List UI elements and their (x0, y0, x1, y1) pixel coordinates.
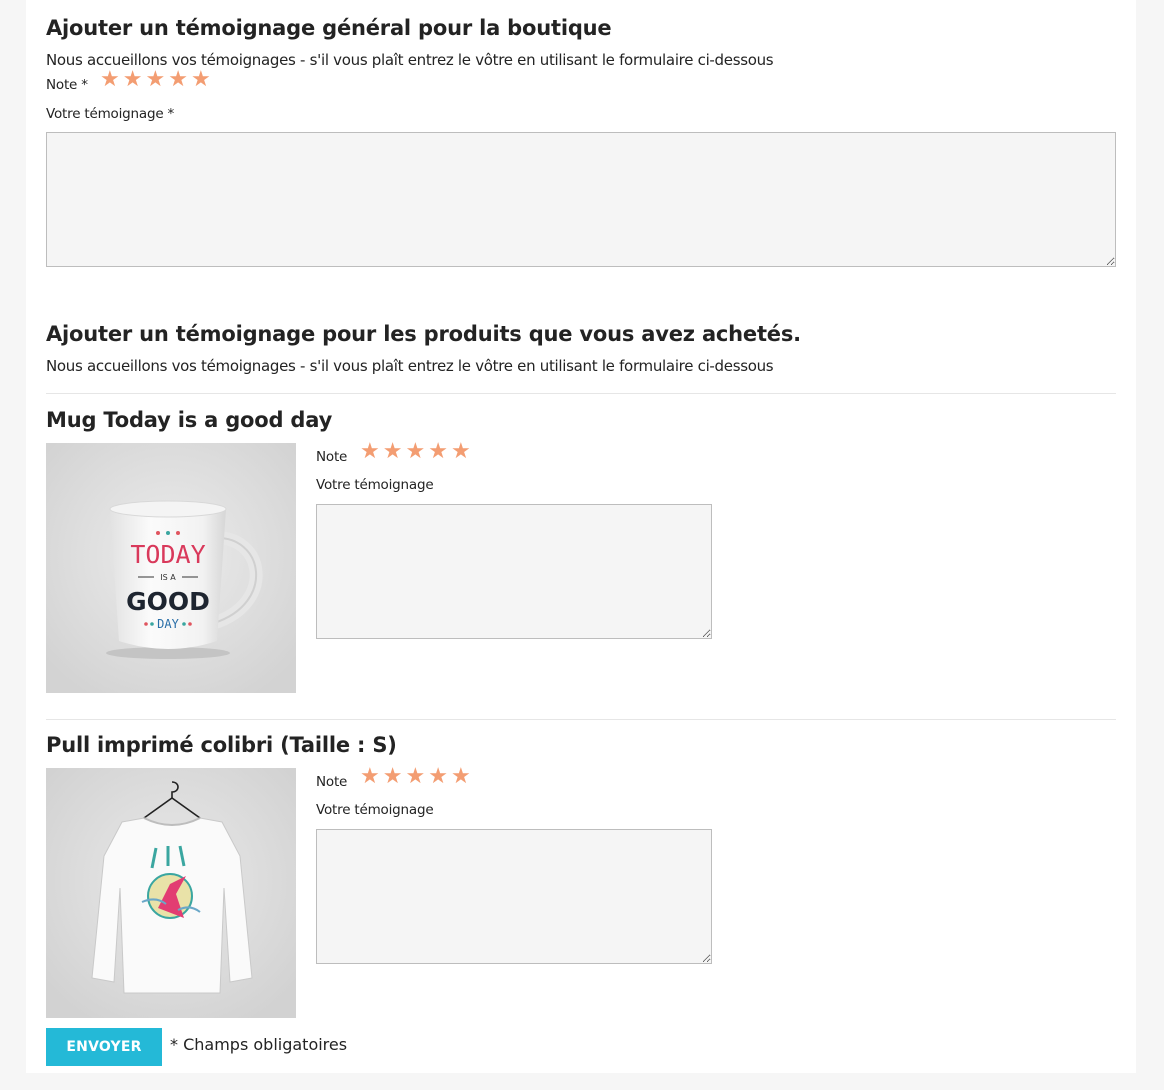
product-name: Pull imprimé colibri (Taille : S) (46, 733, 397, 757)
star-icon[interactable]: ★ (428, 766, 448, 788)
required-fields-note: * Champs obligatoires (170, 1035, 348, 1054)
star-icon[interactable]: ★ (360, 766, 380, 788)
product-testimonial-textarea[interactable] (316, 829, 712, 964)
products-section-title: Ajouter un témoignage pour les produits … (46, 322, 801, 346)
divider (46, 719, 1116, 720)
product-testimonial-textarea[interactable] (316, 504, 712, 639)
star-icon[interactable]: ★ (405, 766, 425, 788)
testimonial-form-card: Ajouter un témoignage général pour la bo… (26, 0, 1136, 1073)
product-image-mug: TODAY IS A GOOD DAY (46, 443, 296, 693)
mug-print-good: GOOD (126, 587, 210, 616)
star-icon[interactable]: ★ (168, 69, 188, 91)
star-icon[interactable]: ★ (451, 766, 471, 788)
star-icon[interactable]: ★ (145, 69, 165, 91)
product-image-sweater (46, 768, 296, 1018)
general-rating-stars[interactable]: ★ ★ ★ ★ ★ (100, 69, 211, 91)
general-note-label: Note * (46, 77, 88, 93)
star-icon[interactable]: ★ (191, 69, 211, 91)
product-note-label: Note (316, 449, 348, 465)
product-name: Mug Today is a good day (46, 408, 333, 432)
star-icon[interactable]: ★ (123, 69, 143, 91)
general-testimonial-label: Votre témoignage * (46, 106, 175, 122)
mug-illustration: TODAY IS A GOOD DAY (46, 443, 296, 693)
star-icon[interactable]: ★ (405, 441, 425, 463)
star-icon[interactable]: ★ (383, 441, 403, 463)
star-icon[interactable]: ★ (383, 766, 403, 788)
star-icon[interactable]: ★ (428, 441, 448, 463)
divider (46, 393, 1116, 394)
product-testimonial-label: Votre témoignage (316, 477, 434, 493)
mug-print-day: DAY (157, 617, 179, 631)
product-rating-stars[interactable]: ★ ★ ★ ★ ★ (360, 766, 471, 788)
general-section-title: Ajouter un témoignage général pour la bo… (46, 16, 612, 40)
products-section-intro: Nous accueillons vos témoignages - s'il … (46, 357, 774, 375)
product-note-label: Note (316, 774, 348, 790)
sweater-illustration (46, 768, 296, 1018)
star-icon[interactable]: ★ (360, 441, 380, 463)
mug-print-is-a: IS A (160, 573, 176, 582)
general-testimonial-textarea[interactable] (46, 132, 1116, 267)
submit-button[interactable]: ENVOYER (46, 1028, 162, 1066)
star-icon[interactable]: ★ (100, 69, 120, 91)
product-rating-stars[interactable]: ★ ★ ★ ★ ★ (360, 441, 471, 463)
product-testimonial-label: Votre témoignage (316, 802, 434, 818)
star-icon[interactable]: ★ (451, 441, 471, 463)
mug-print-today: TODAY (130, 540, 205, 569)
